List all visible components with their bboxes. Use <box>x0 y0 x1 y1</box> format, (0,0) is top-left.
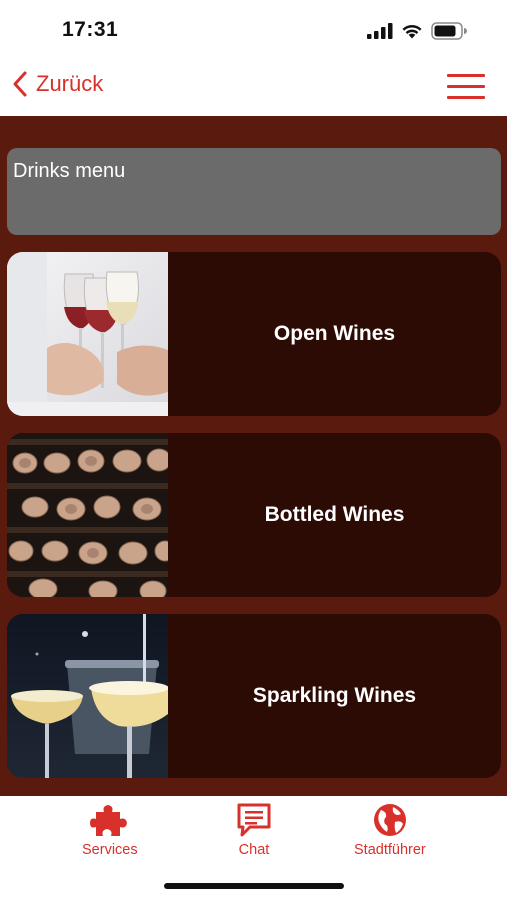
tab-bar: Services Chat Stadtführer <box>0 796 507 900</box>
tab-stadtfuehrer[interactable]: Stadtführer <box>354 802 426 858</box>
globe-icon <box>373 804 406 836</box>
menu-item-bottled-wines[interactable]: Bottled Wines <box>7 433 501 597</box>
cellular-signal-icon <box>367 23 393 39</box>
tab-services[interactable]: Services <box>82 802 138 858</box>
section-header: Drinks menu <box>7 148 501 235</box>
nav-bar: Zurück <box>0 60 507 116</box>
back-button[interactable]: Zurück <box>10 70 103 98</box>
status-icons <box>367 22 467 40</box>
wifi-icon <box>402 24 422 39</box>
champagne-glasses-photo <box>7 614 168 778</box>
wine-bottles-rack-photo <box>7 433 168 597</box>
status-bar: 17:31 <box>0 0 507 60</box>
chat-bubble-icon <box>237 803 271 837</box>
drinks-menu-content: Drinks menu Open Wines Bottled Wines Spa… <box>0 116 507 796</box>
home-indicator <box>164 883 344 889</box>
hamburger-menu-icon[interactable] <box>447 72 485 102</box>
menu-item-label: Sparkling Wines <box>252 684 417 707</box>
puzzle-piece-icon <box>89 805 127 836</box>
tab-label-chat: Chat <box>238 842 270 858</box>
battery-icon <box>431 22 467 40</box>
status-time: 17:31 <box>62 18 119 41</box>
tab-chat[interactable]: Chat <box>236 802 272 858</box>
tab-label-stadtfuehrer: Stadtführer <box>354 842 426 858</box>
menu-item-label: Bottled Wines <box>264 503 405 526</box>
section-title: Drinks menu <box>13 160 126 182</box>
menu-item-label: Open Wines <box>273 322 396 345</box>
chevron-left-icon <box>13 71 27 97</box>
tab-label-services: Services <box>82 842 138 858</box>
menu-item-open-wines[interactable]: Open Wines <box>7 252 501 416</box>
menu-item-sparkling-wines[interactable]: Sparkling Wines <box>7 614 501 778</box>
wine-glasses-toast-photo <box>7 252 168 416</box>
back-label: Zurück <box>36 71 104 96</box>
